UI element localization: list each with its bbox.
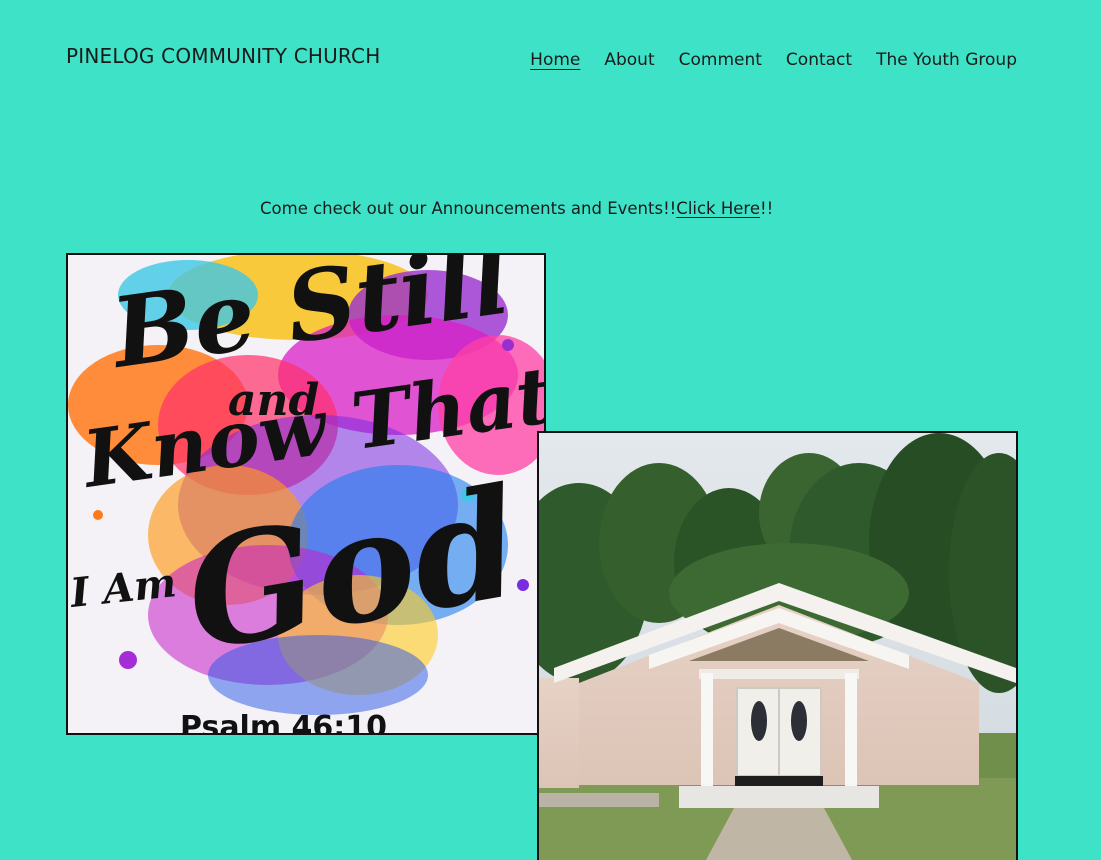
be-still-poster-image: Be Still and Know That I Am God Psalm 46… — [66, 253, 546, 735]
church-building-photo — [537, 431, 1018, 860]
main-nav: Home About Comment Contact The Youth Gro… — [530, 50, 1017, 70]
poster-artwork: Be Still and Know That I Am God Psalm 46… — [68, 255, 544, 733]
announcement-prefix: Come check out our Announcements and Eve… — [260, 199, 677, 218]
nav-home[interactable]: Home — [530, 50, 580, 70]
nav-youth-group[interactable]: The Youth Group — [876, 50, 1017, 70]
nav-comment[interactable]: Comment — [679, 50, 762, 70]
page: PINELOG COMMUNITY CHURCH Home About Comm… — [0, 0, 1101, 860]
announcement-text: Come check out our Announcements and Eve… — [260, 199, 773, 218]
announcement-suffix: !! — [760, 199, 774, 218]
announcement-click-here-link[interactable]: Click Here — [676, 199, 760, 218]
nav-about[interactable]: About — [604, 50, 654, 70]
church-photo-art — [539, 433, 1016, 860]
nav-contact[interactable]: Contact — [786, 50, 852, 70]
poster-reference: Psalm 46:10 — [180, 710, 387, 733]
site-title-link[interactable]: PINELOG COMMUNITY CHURCH — [66, 44, 380, 68]
